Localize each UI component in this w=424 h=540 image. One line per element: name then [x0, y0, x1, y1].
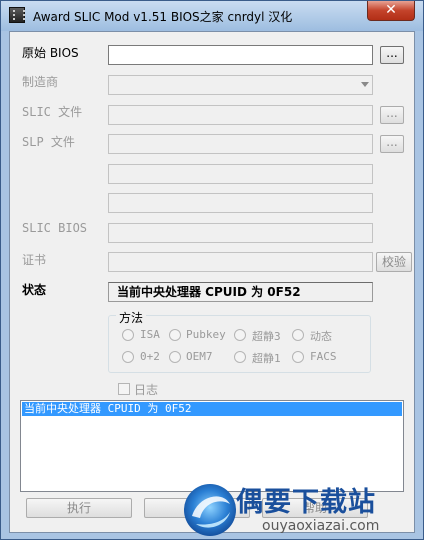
watermark-url: ouyaoxiazai.com: [262, 518, 380, 534]
watermark-swirl-icon: [184, 484, 236, 536]
watermark-brand: 偶要下载站: [236, 487, 376, 518]
app-window: Award SLIC Mod v1.51 BIOS之家 cnrdyl 汉化 ✕ …: [0, 0, 424, 540]
slic-file-label: SLIC 文件: [22, 105, 83, 119]
original-bios-browse-button[interactable]: ...: [380, 46, 404, 64]
radio-dynamic-label: 动态: [310, 330, 332, 343]
method-groupbox: [108, 315, 371, 373]
original-bios-input[interactable]: [108, 45, 373, 65]
slic-bios-input[interactable]: [108, 223, 373, 243]
slic-file-input[interactable]: [108, 105, 373, 125]
slp-extra-field-1[interactable]: [108, 164, 373, 184]
radio-isa-label: ISA: [140, 328, 160, 341]
slp-file-browse-button[interactable]: ...: [380, 135, 404, 153]
certificate-input[interactable]: [108, 252, 373, 272]
radio-oem7-label: OEM7: [186, 350, 213, 363]
verify-button[interactable]: 校验: [376, 252, 412, 272]
radio-dynamic[interactable]: [292, 329, 304, 341]
status-label: 状态: [22, 283, 47, 297]
app-film-icon: [9, 7, 25, 23]
status-value: 当前中央处理器 CPUID 为 0F52: [108, 282, 373, 302]
window-title: Award SLIC Mod v1.51 BIOS之家 cnrdyl 汉化: [33, 10, 293, 24]
watermark: 偶要下载站 ouyaoxiazai.com: [180, 478, 424, 540]
radio-facs[interactable]: [292, 351, 304, 363]
radio-silent3[interactable]: [234, 329, 246, 341]
radio-facs-label: FACS: [310, 350, 337, 363]
chevron-down-icon: [361, 82, 369, 87]
radio-pubkey[interactable]: [169, 329, 181, 341]
manufacturer-select[interactable]: [108, 75, 373, 95]
slic-file-browse-button[interactable]: ...: [380, 106, 404, 124]
radio-oem7[interactable]: [169, 351, 181, 363]
client-area: 原始 BIOS ... 制造商 SLIC 文件 ... SLP 文件 ... S…: [9, 31, 415, 533]
radio-silent1[interactable]: [234, 351, 246, 363]
radio-silent3-label: 超静3: [252, 330, 281, 343]
close-button[interactable]: ✕: [367, 1, 415, 21]
log-checkbox[interactable]: [118, 383, 130, 395]
original-bios-label: 原始 BIOS: [22, 46, 79, 60]
radio-0plus2-label: 0+2: [140, 350, 160, 363]
radio-isa[interactable]: [122, 329, 134, 341]
radio-0plus2[interactable]: [122, 351, 134, 363]
radio-silent1-label: 超静1: [252, 352, 281, 365]
manufacturer-label: 制造商: [22, 75, 59, 89]
log-checkbox-label: 日志: [134, 383, 159, 397]
title-bar[interactable]: Award SLIC Mod v1.51 BIOS之家 cnrdyl 汉化 ✕: [1, 1, 423, 31]
slp-file-input[interactable]: [108, 134, 373, 154]
radio-pubkey-label: Pubkey: [186, 328, 226, 341]
execute-button[interactable]: 执行: [26, 498, 132, 518]
method-group-title: 方法: [116, 309, 147, 326]
slp-extra-field-2[interactable]: [108, 193, 373, 213]
log-line-selected[interactable]: 当前中央处理器 CPUID 为 0F52: [22, 402, 402, 416]
slp-file-label: SLP 文件: [22, 135, 75, 149]
slic-bios-label: SLIC BIOS: [22, 221, 88, 235]
certificate-label: 证书: [22, 253, 47, 267]
